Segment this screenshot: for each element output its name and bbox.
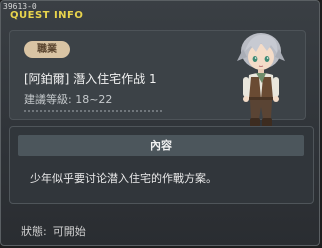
status-label: 狀態:	[21, 225, 47, 238]
quest-name: [阿鉑爾] 潛入住宅作战 1	[24, 72, 157, 86]
content-panel: 內容 少年似乎要讨论潜入住宅的作戰方案。	[9, 126, 314, 204]
content-header: 內容	[18, 135, 304, 156]
status-value: 可開始	[52, 225, 86, 238]
window-title: QUEST INFO	[10, 10, 84, 21]
recommended-level: 建議等級: 18~22	[24, 93, 113, 106]
quest-status: 狀態: 可開始	[21, 223, 86, 239]
quest-description: 少年似乎要讨论潜入住宅的作戰方案。	[30, 172, 217, 185]
job-badge: 職業	[24, 41, 70, 58]
npc-portrait-icon	[237, 33, 285, 132]
dotted-divider	[24, 110, 164, 112]
quest-info-window: 39613-0 QUEST INFO 職業 [阿鉑爾] 潛入住宅作战 1 建議等…	[0, 0, 320, 246]
